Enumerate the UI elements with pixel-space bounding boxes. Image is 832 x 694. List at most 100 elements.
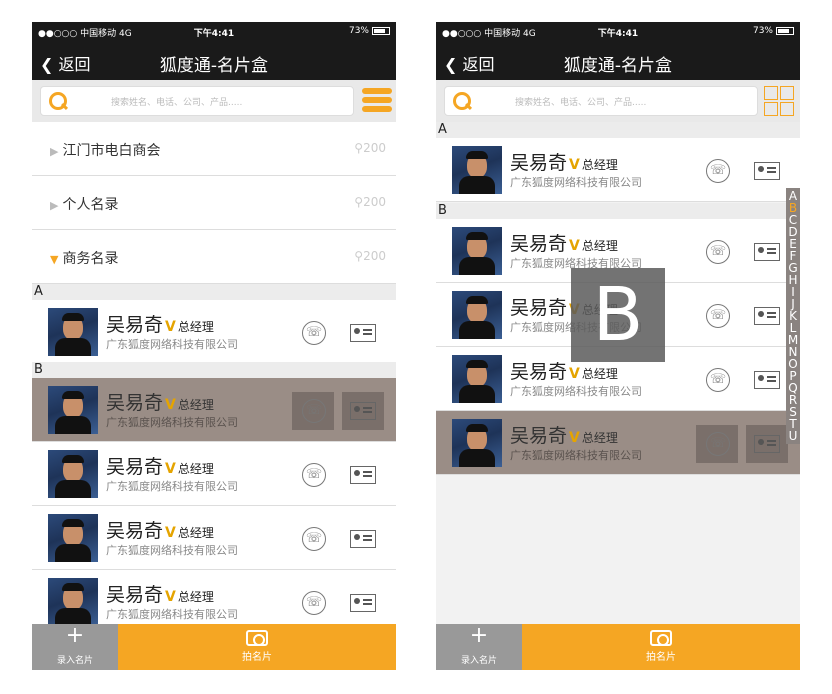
scan-card-button[interactable]: 拍名片 <box>118 624 396 670</box>
clock: 下午4:41 <box>597 29 639 39</box>
add-card-label: 录入名片 <box>460 656 497 666</box>
contact-row[interactable]: 吴易奇V总经理 广东狐度网络科技有限公司 ☏ <box>436 138 800 202</box>
call-button[interactable]: ☏ <box>292 584 334 622</box>
index-letter[interactable]: U <box>786 430 800 442</box>
clock: 下午4:41 <box>193 29 235 39</box>
contact-name: 吴易奇V总经理 <box>510 233 618 255</box>
card-button[interactable] <box>342 584 384 622</box>
call-button[interactable]: ☏ <box>696 152 738 190</box>
card-button[interactable] <box>342 456 384 494</box>
business-card-icon <box>754 435 780 453</box>
contact-company: 广东狐度网络科技有限公司 <box>106 608 238 621</box>
section-header: B <box>32 362 396 378</box>
call-button[interactable]: ☏ <box>292 520 334 558</box>
screen-left: ●●○○○ 中国移动 4G 下午4:41 73% ❮ 返回 狐度通-名片盒 搜索… <box>32 22 396 670</box>
contact-row[interactable]: 吴易奇V总经理 广东狐度网络科技有限公司 ☏ <box>32 378 396 442</box>
group-item[interactable]: ▶ 江门市电白商会 ⚲200 <box>32 122 396 176</box>
section-header: A <box>32 284 396 300</box>
card-button[interactable] <box>342 520 384 558</box>
avatar <box>48 450 98 498</box>
battery-icon <box>776 27 794 35</box>
contact-row[interactable]: 吴易奇V总经理 广东狐度网络科技有限公司 ☏ <box>32 442 396 506</box>
card-button[interactable] <box>342 392 384 430</box>
card-button[interactable] <box>342 314 384 352</box>
avatar <box>48 578 98 626</box>
status-bar: ●●○○○ 中国移动 4G 下午4:41 73% <box>32 22 396 42</box>
search-icon <box>49 92 67 110</box>
group-item[interactable]: ▼ 商务名录 ⚲200 <box>32 230 396 284</box>
contact-name: 吴易奇V总经理 <box>106 584 214 606</box>
contact-row[interactable]: 吴易奇V总经理 广东狐度网络科技有限公司 ☏ <box>32 506 396 570</box>
search-input[interactable]: 搜索姓名、电话、公司、产品..... <box>40 86 354 116</box>
business-card-icon <box>754 371 780 389</box>
search-bar: 搜索姓名、电话、公司、产品..... <box>436 80 800 122</box>
camera-icon <box>246 630 268 646</box>
scan-card-label: 拍名片 <box>646 652 676 663</box>
call-button[interactable]: ☏ <box>696 233 738 271</box>
phone-icon: ☏ <box>706 159 730 183</box>
bottom-bar: + 录入名片 拍名片 <box>32 624 396 670</box>
index-overlay-letter: B <box>571 268 665 362</box>
contact-row[interactable]: 吴易奇V总经理 广东狐度网络科技有限公司 ☏ <box>32 300 396 364</box>
card-button[interactable] <box>746 297 788 335</box>
call-button[interactable]: ☏ <box>696 425 738 463</box>
scan-card-label: 拍名片 <box>242 652 272 663</box>
group-item[interactable]: ▶ 个人名录 ⚲200 <box>32 176 396 230</box>
phone-icon: ☏ <box>302 399 326 423</box>
status-bar: ●●○○○ 中国移动 4G 下午4:41 73% <box>436 22 800 42</box>
contact-name: 吴易奇V总经理 <box>510 425 618 447</box>
add-card-label: 录入名片 <box>56 656 93 666</box>
battery-percent: 73% <box>348 26 369 36</box>
vip-icon: V <box>165 525 176 541</box>
contact-company: 广东狐度网络科技有限公司 <box>106 338 238 351</box>
business-card-icon <box>350 324 376 342</box>
call-button[interactable]: ☏ <box>696 297 738 335</box>
avatar <box>48 514 98 562</box>
contact-row[interactable]: 吴易奇V总经理 广东狐度网络科技有限公司 ☏ <box>436 411 800 475</box>
camera-icon <box>650 630 672 646</box>
contact-company: 广东狐度网络科技有限公司 <box>106 480 238 493</box>
card-button[interactable] <box>746 425 788 463</box>
group-label: 个人名录 <box>62 197 119 213</box>
collapsed-arrow-icon: ▶ <box>50 145 59 158</box>
alphabet-index[interactable]: ABCDEFGHIJKLMNOPQRSTU <box>786 188 800 444</box>
contact-company: 广东狐度网络科技有限公司 <box>106 544 238 557</box>
group-count: ⚲200 <box>354 141 386 155</box>
call-button[interactable]: ☏ <box>292 314 334 352</box>
avatar <box>452 291 502 339</box>
card-button[interactable] <box>746 233 788 271</box>
call-button[interactable]: ☏ <box>696 361 738 399</box>
menu-icon[interactable] <box>362 88 392 116</box>
search-icon <box>453 92 471 110</box>
battery-icon <box>372 27 390 35</box>
nav-bar: ❮ 返回 狐度通-名片盒 <box>436 42 800 80</box>
business-card-icon <box>754 243 780 261</box>
avatar <box>452 227 502 275</box>
vip-icon: V <box>569 157 580 173</box>
battery-percent: 73% <box>752 26 773 36</box>
screen-right: ●●○○○ 中国移动 4G 下午4:41 73% ❮ 返回 狐度通-名片盒 搜索… <box>436 22 800 670</box>
vip-icon: V <box>165 589 176 605</box>
vip-icon: V <box>569 238 580 254</box>
vip-icon: V <box>569 430 580 446</box>
collapsed-arrow-icon: ▶ <box>50 199 59 212</box>
business-card-icon <box>350 466 376 484</box>
call-button[interactable]: ☏ <box>292 456 334 494</box>
contact-name: 吴易奇V总经理 <box>510 152 618 174</box>
page-title: 狐度通-名片盒 <box>159 56 269 76</box>
phone-icon: ☏ <box>302 321 326 345</box>
scan-card-button[interactable]: 拍名片 <box>522 624 800 670</box>
add-card-button[interactable]: + 录入名片 <box>32 624 118 670</box>
phone-icon: ☏ <box>706 240 730 264</box>
add-card-button[interactable]: + 录入名片 <box>436 624 522 670</box>
card-button[interactable] <box>746 152 788 190</box>
call-button[interactable]: ☏ <box>292 392 334 430</box>
phone-icon: ☏ <box>706 432 730 456</box>
business-card-icon <box>754 307 780 325</box>
grid-view-icon[interactable] <box>764 86 794 116</box>
card-button[interactable] <box>746 361 788 399</box>
plus-icon: + <box>469 623 489 648</box>
phone-icon: ☏ <box>302 591 326 615</box>
search-input[interactable]: 搜索姓名、电话、公司、产品..... <box>444 86 758 116</box>
avatar <box>452 419 502 467</box>
